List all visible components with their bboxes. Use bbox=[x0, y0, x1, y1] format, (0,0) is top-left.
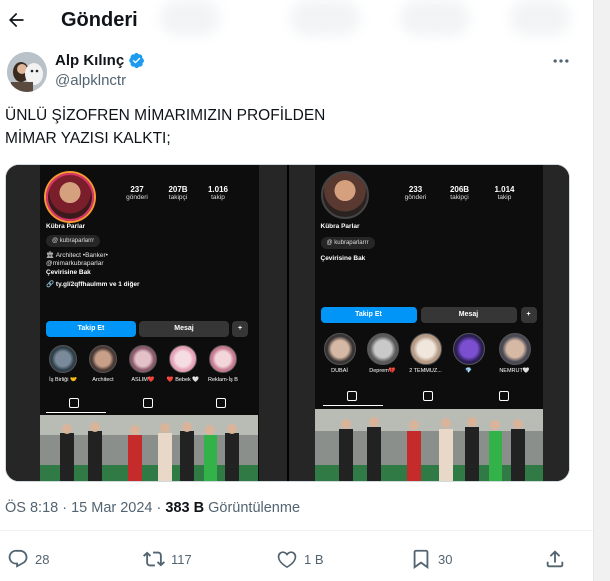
highlight-label: İş Birliği 🤝 bbox=[49, 377, 77, 383]
add-person-icon: + bbox=[232, 321, 248, 337]
share-icon bbox=[546, 550, 564, 568]
translate-link: Çevirisine Bak bbox=[46, 269, 91, 276]
tweet-text: ÜNLÜ ŞİZOFREN MİMARIMIZIN PROFİLDEN MİMA… bbox=[5, 104, 575, 150]
profile-picture bbox=[320, 171, 369, 219]
threads-badge: @ kubraparlarrr bbox=[320, 237, 375, 249]
top-bar: Gönderi bbox=[0, 0, 593, 40]
highlight-circle bbox=[89, 345, 117, 373]
highlight-label: DUBAİ bbox=[331, 368, 348, 374]
media-image-right[interactable]: 233 gönderi 206B takipçi 1.014 takip Kübra … bbox=[288, 165, 569, 481]
posts-stat: 237 gönderi bbox=[126, 185, 148, 201]
repost-button[interactable]: 117 bbox=[143, 548, 192, 570]
tweet-text-line: ÜNLÜ ŞİZOFREN MİMARIMIZIN PROFİLDEN bbox=[5, 107, 326, 124]
highlight-label: Architect bbox=[92, 377, 114, 383]
tagged-tab-icon bbox=[498, 391, 509, 401]
profile-name: Kübra Parlar bbox=[46, 223, 86, 230]
tweet-timestamp[interactable]: ÖS 8:18 · 15 Mar 2024 · bbox=[5, 500, 165, 516]
followers-stat: 206B takipçi bbox=[449, 185, 470, 201]
highlight-label: NEMRUT🤍 bbox=[499, 368, 530, 374]
more-icon[interactable] bbox=[551, 51, 571, 71]
page-title: Gönderi bbox=[61, 9, 138, 31]
highlight-circle bbox=[452, 333, 485, 365]
highlight-label: Reklam-İş B bbox=[208, 377, 238, 383]
share-button[interactable] bbox=[544, 548, 566, 570]
action-bar: 28 117 1 B 30 bbox=[0, 548, 593, 574]
bookmark-count: 30 bbox=[438, 551, 453, 567]
profile-link: 🔗 ty.gl/2qffhaulmm ve 1 diğer bbox=[46, 281, 140, 288]
author-avatar[interactable] bbox=[7, 52, 47, 92]
header-background-blur bbox=[290, 0, 360, 36]
reels-tab-icon bbox=[143, 398, 153, 408]
author-name-text[interactable]: Alp Kılınç bbox=[55, 52, 124, 69]
event-photo bbox=[314, 409, 543, 481]
grid-tab-icon bbox=[69, 398, 79, 408]
tagged-tab-icon bbox=[216, 398, 226, 408]
active-tab-indicator bbox=[322, 405, 383, 406]
media-side-dim bbox=[543, 165, 569, 481]
highlight-circle bbox=[129, 345, 157, 373]
posts-stat: 233 gönderi bbox=[404, 185, 427, 201]
author-handle[interactable]: @alpklnctr bbox=[55, 72, 126, 89]
message-button: Mesaj bbox=[420, 307, 517, 323]
highlight-label: 💎 bbox=[465, 368, 472, 374]
repost-icon bbox=[143, 551, 165, 567]
grid-tab-icon bbox=[346, 391, 357, 401]
highlight-circle bbox=[498, 333, 531, 365]
media-side-dim bbox=[6, 165, 40, 481]
like-count: 1 B bbox=[304, 551, 324, 567]
highlight-circle bbox=[366, 333, 399, 365]
active-tab-indicator bbox=[46, 412, 106, 413]
bookmark-icon bbox=[413, 549, 429, 569]
highlight-label: ❤️ Bebek 🤍 bbox=[166, 377, 200, 383]
follow-button: Takip Et bbox=[320, 307, 417, 323]
following-stat: 1.016 takip bbox=[207, 185, 229, 201]
view-count: 383 B bbox=[165, 500, 205, 516]
highlight-circle bbox=[169, 345, 197, 373]
media-image-left[interactable]: 237 gönderi 207B takipçi 1.016 takip Kübra … bbox=[6, 165, 287, 481]
profile-bio: @mimarkubraparlar bbox=[46, 260, 104, 267]
bookmark-button[interactable]: 30 bbox=[410, 548, 452, 570]
reply-count: 28 bbox=[35, 551, 50, 567]
media-side-dim bbox=[258, 165, 287, 481]
highlight-label: 2 TEMMUZ... bbox=[409, 368, 442, 374]
threads-badge: @ kubraparlarrr bbox=[46, 235, 101, 247]
profile-bio: 🏛 Architect •Banker• bbox=[46, 252, 108, 259]
reels-tab-icon bbox=[422, 391, 433, 401]
highlight-label: ASLIM❤️ bbox=[131, 377, 155, 383]
divider bbox=[0, 530, 593, 531]
highlight-circle bbox=[209, 345, 237, 373]
highlight-label: Deprem💔 bbox=[369, 368, 396, 374]
author-name[interactable]: Alp Kılınç bbox=[55, 52, 145, 69]
highlight-circle bbox=[323, 333, 356, 365]
followers-stat: 207B takipçi bbox=[168, 185, 188, 201]
event-photo bbox=[40, 415, 258, 481]
highlight-circle bbox=[409, 333, 442, 365]
verified-icon bbox=[129, 52, 145, 69]
views-label: Görüntülenme bbox=[204, 500, 301, 516]
header-background-blur bbox=[160, 0, 220, 36]
message-button: Mesaj bbox=[139, 321, 229, 337]
add-person-icon: + bbox=[520, 307, 537, 323]
follow-button: Takip Et bbox=[46, 321, 136, 337]
back-arrow-icon[interactable] bbox=[6, 10, 26, 30]
media-side-dim bbox=[288, 165, 315, 481]
profile-picture bbox=[46, 173, 94, 221]
tweet-media[interactable]: 237 gönderi 207B takipçi 1.016 takip Kübra … bbox=[5, 164, 570, 482]
translate-link: Çevirisine Bak bbox=[320, 255, 366, 262]
like-button[interactable]: 1 B bbox=[276, 548, 324, 570]
scrollbar[interactable] bbox=[593, 0, 610, 581]
tweet-meta: ÖS 8:18 · 15 Mar 2024 · 383 B Görüntülen… bbox=[5, 500, 300, 516]
repost-count: 117 bbox=[171, 551, 192, 567]
following-stat: 1.014 takip bbox=[494, 185, 515, 201]
header-background-blur bbox=[510, 0, 570, 36]
highlight-circle bbox=[49, 345, 77, 373]
reply-icon bbox=[8, 549, 28, 568]
header-background-blur bbox=[400, 0, 470, 36]
like-icon bbox=[277, 551, 297, 568]
tweet-text-line: MİMAR YAZISI KALKTI; bbox=[5, 130, 171, 147]
profile-name: Kübra Parlar bbox=[320, 223, 360, 230]
reply-button[interactable]: 28 bbox=[7, 548, 49, 570]
